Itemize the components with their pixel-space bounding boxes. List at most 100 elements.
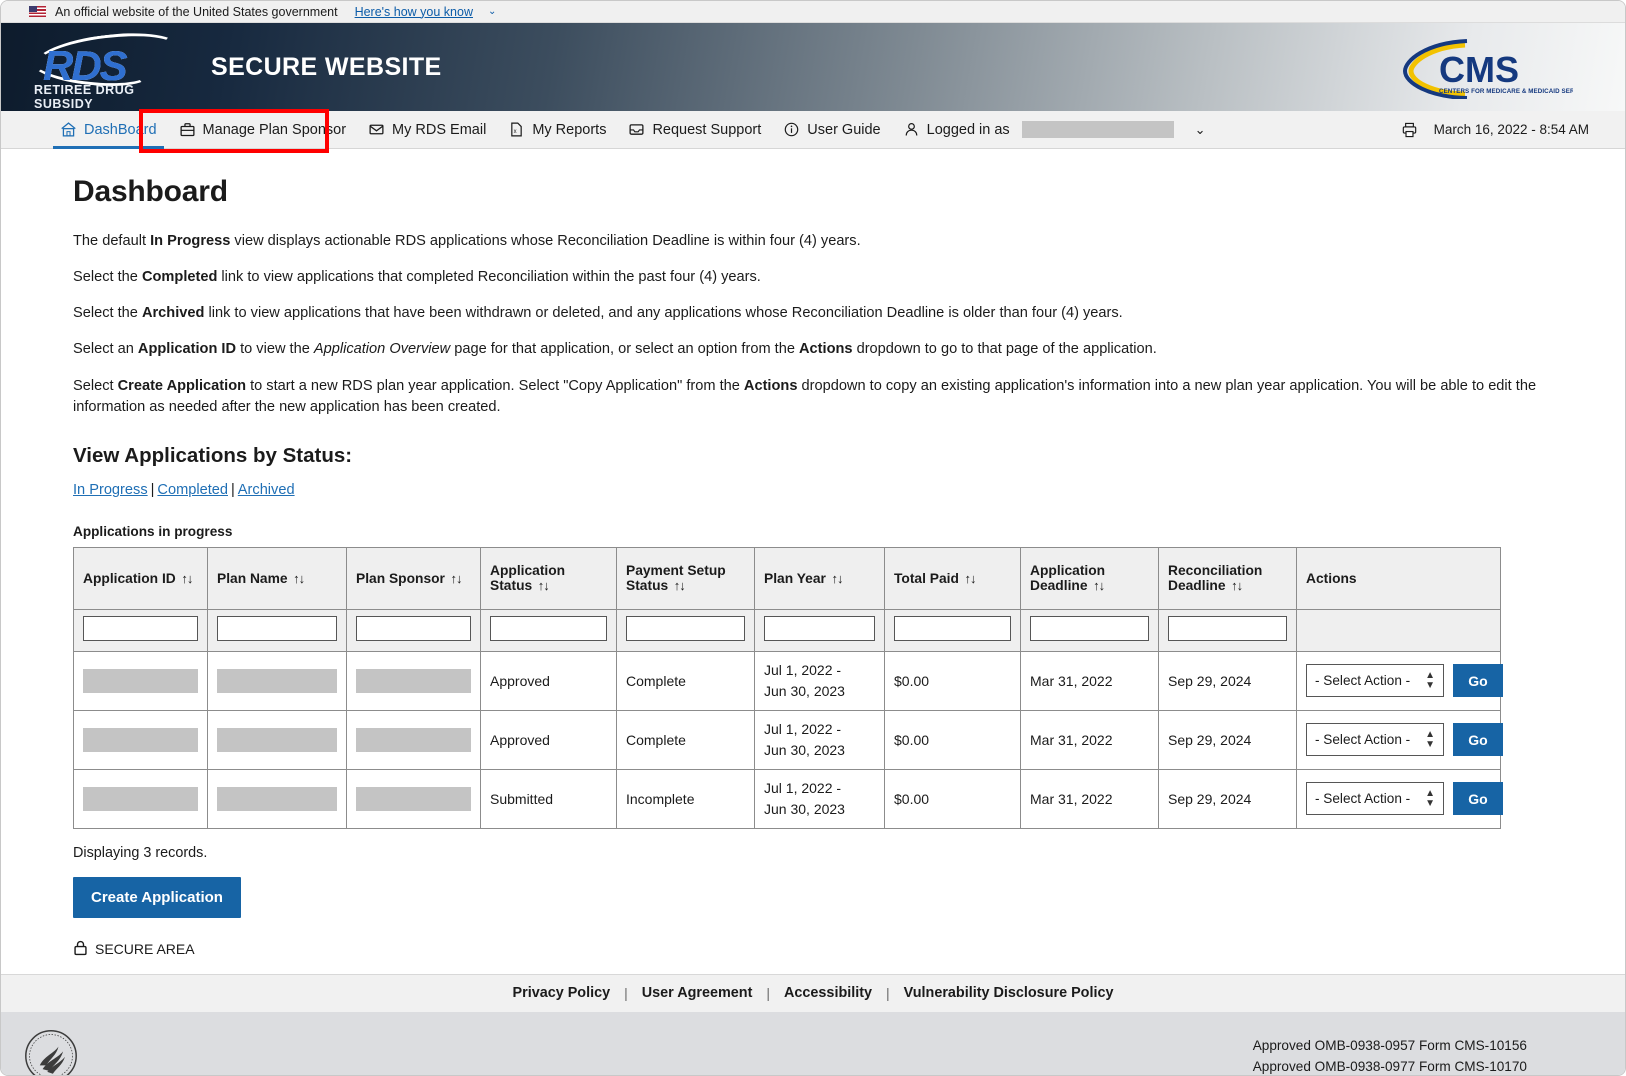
chevron-down-icon[interactable]: ⌄ [488,6,496,17]
applications-table: Application ID ↑↓ Plan Name ↑↓ Plan Sponso… [73,546,1503,829]
plan-year-start: Jul 1, 2022 - [764,779,842,796]
filter-input-total-paid[interactable] [894,615,1011,641]
cell-total-paid: $0.00 [884,709,1021,770]
filter-input-reconciliation-deadline[interactable] [1168,615,1287,641]
cell-plan-name-redacted[interactable] [207,768,347,829]
chevron-down-icon[interactable]: ⌄ [1195,122,1206,138]
action-select-dropdown[interactable]: - Select Action - ▲ ▼ [1306,664,1444,698]
printer-icon[interactable] [1401,121,1418,138]
column-header-payment-setup-status[interactable]: Payment Setup Status ↑↓ [616,546,755,610]
cell-plan-sponsor-redacted[interactable] [346,650,481,711]
page-title: Dashboard [73,175,228,208]
secure-area-label: SECURE AREA [95,941,195,958]
plan-year-end: Jun 30, 2023 [764,800,845,817]
briefcase-icon [179,121,196,138]
action-select-label: - Select Action - [1315,732,1411,748]
go-button[interactable]: Go [1453,723,1503,757]
go-button[interactable]: Go [1453,782,1503,816]
filter-input-application-id[interactable] [83,615,198,641]
column-header-total-paid[interactable]: Total Paid ↑↓ [884,546,1021,610]
rds-logo-subtitle: RETIREE DRUG SUBSIDY [34,83,135,111]
cell-plan-sponsor-redacted[interactable] [346,768,481,829]
column-header-application-deadline[interactable]: Application Deadline ↑↓ [1020,546,1159,610]
nav-item-my-rds-email[interactable]: My RDS Email [357,111,497,149]
status-link-archived[interactable]: Archived [238,482,295,498]
us-flag-icon [29,6,46,17]
action-select-dropdown[interactable]: - Select Action - ▲ ▼ [1306,723,1444,757]
banner-text: An official website of the United States… [55,4,338,19]
footer-link-accessibility[interactable]: Accessibility [770,985,886,1001]
column-header-application-id[interactable]: Application ID ↑↓ [73,546,208,610]
footer-link-user-agreement[interactable]: User Agreement [628,985,767,1001]
cell-application-id-redacted[interactable] [73,650,208,711]
filter-input-plan-sponsor[interactable] [356,615,471,641]
nav-label-dashboard: DashBoard [84,121,157,138]
column-header-application-status[interactable]: Application Status ↑↓ [480,546,617,610]
cell-actions: - Select Action - ▲ ▼ Go [1296,709,1503,770]
user-icon [903,121,920,138]
nav-item-my-reports[interactable]: x My Reports [497,111,617,149]
filter-cell-reconciliation-deadline [1158,609,1297,652]
updown-arrows-icon: ▲ ▼ [1425,787,1435,809]
footer-links: Privacy Policy | User Agreement | Accessibil… [1,973,1625,1012]
heres-how-you-know-link[interactable]: Here's how you know [355,5,473,19]
cell-application-deadline: Mar 31, 2022 [1020,768,1159,829]
column-header-plan-year[interactable]: Plan Year ↑↓ [754,546,885,610]
filter-input-plan-name[interactable] [217,615,337,641]
intro-paragraphs: The default In Progress view displays ac… [73,231,1553,418]
logged-in-label: Logged in as [926,121,1010,138]
cell-application-id-redacted[interactable] [73,768,208,829]
cell-plan-sponsor-redacted[interactable] [346,709,481,770]
cell-payment-setup-status: Complete [616,709,755,770]
cell-application-id-redacted[interactable] [73,709,208,770]
status-link-in-progress[interactable]: In Progress [73,482,148,498]
sort-toggle-icon[interactable]: ↑↓ [291,571,305,586]
info-icon [783,121,800,138]
sort-toggle-icon[interactable]: ↑↓ [829,571,844,586]
logged-in-as: Logged in as ⌄ [892,111,1217,149]
sort-toggle-icon[interactable]: ↑↓ [1091,578,1105,593]
go-button[interactable]: Go [1453,664,1503,698]
intro-paragraph-3: Select the Archived link to view applica… [73,305,1123,322]
cell-reconciliation-deadline: Sep 29, 2024 [1158,709,1297,770]
nav-item-dashboard[interactable]: DashBoard [49,111,168,149]
nav-item-user-guide[interactable]: User Guide [772,111,891,149]
redaction-bar [83,786,198,811]
intro-paragraph-1: The default In Progress view displays ac… [73,233,861,249]
secure-area-indicator: SECURE AREA [73,940,1553,959]
sort-toggle-icon[interactable]: ↑↓ [179,571,193,586]
action-select-dropdown[interactable]: - Select Action - ▲ ▼ [1306,782,1444,816]
cms-logo: CMS CENTERS FOR MEDICARE & MEDICAID SERV… [1403,39,1573,99]
column-header-reconciliation-deadline[interactable]: Reconciliation Deadline ↑↓ [1158,546,1297,610]
section-title-view-by-status: View Applications by Status: [73,443,353,467]
sort-toggle-icon[interactable]: ↑↓ [962,571,977,586]
sort-toggle-icon[interactable]: ↑↓ [671,578,686,593]
column-header-plan-name[interactable]: Plan Name ↑↓ [207,546,347,610]
footer-link-vulnerability-disclosure-policy[interactable]: Vulnerability Disclosure Policy [890,985,1128,1001]
filter-input-application-status[interactable] [490,615,607,641]
table-row: Submitted Incomplete Jul 1, 2022 - Jun 30, … [73,768,1503,829]
filter-input-plan-year[interactable] [764,615,875,641]
nav-item-request-support[interactable]: Request Support [617,111,772,149]
nav-item-manage-plan-sponsor[interactable]: Manage Plan Sponsor [168,111,358,149]
inbox-icon [628,121,645,138]
status-link-completed[interactable]: Completed [157,482,228,498]
cell-plan-name-redacted[interactable] [207,709,347,770]
cell-plan-name-redacted[interactable] [207,650,347,711]
footer-link-privacy-policy[interactable]: Privacy Policy [499,985,625,1001]
column-header-label: Plan Name [217,570,288,586]
action-select-label: - Select Action - [1315,673,1411,689]
filter-input-application-deadline[interactable] [1030,615,1149,641]
sort-toggle-icon[interactable]: ↑↓ [448,571,463,586]
cell-actions: - Select Action - ▲ ▼ Go [1296,650,1503,711]
filter-input-payment-setup-status[interactable] [626,615,745,641]
action-select-label: - Select Action - [1315,791,1411,807]
column-header-label: Plan Sponsor [356,570,445,586]
column-header-plan-sponsor[interactable]: Plan Sponsor ↑↓ [346,546,481,610]
sort-toggle-icon[interactable]: ↑↓ [535,578,550,593]
create-application-button[interactable]: Create Application [73,876,241,918]
nav-label-user-guide: User Guide [807,121,881,138]
us-gov-banner: An official website of the United States… [1,1,1625,23]
rds-logo[interactable]: RDS RETIREE DRUG SUBSIDY [29,26,183,111]
sort-toggle-icon[interactable]: ↑↓ [1229,578,1243,593]
